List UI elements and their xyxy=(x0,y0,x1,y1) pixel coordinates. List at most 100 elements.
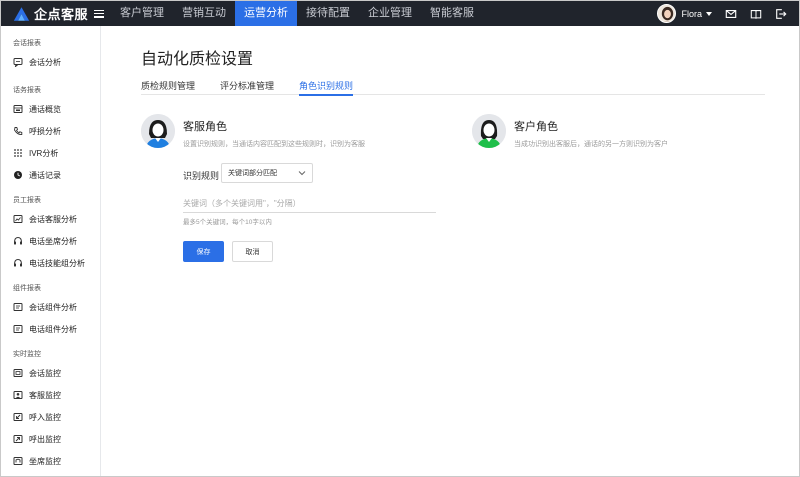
customer-icon xyxy=(472,114,506,148)
clock-icon xyxy=(14,171,22,179)
logo-icon xyxy=(13,6,30,21)
save-button[interactable]: 保存 xyxy=(183,241,224,262)
sidebar-item-2-2[interactable]: 电话技能组分析 xyxy=(1,252,100,274)
headset-icon xyxy=(14,236,22,245)
component-icon xyxy=(13,325,23,333)
sidebar-item-1-0[interactable]: 通话概览 xyxy=(1,98,100,120)
customer-role: 客户角色 当成功识别出客服后，通话的另一方则识别为客户 xyxy=(472,114,668,149)
sidebar-group-1: 话务报表通话概览呼损分析 IVR分析通话记录 xyxy=(1,84,100,186)
nav-item-5[interactable]: 智能客服 xyxy=(421,1,483,26)
sidebar-item-label: 通话记录 xyxy=(29,170,61,180)
top-right-tools: Flora xyxy=(657,1,799,26)
customer-role-title: 客户角色 xyxy=(514,121,558,133)
sidebar-item-3-1[interactable]: 电话组件分析 xyxy=(1,318,100,340)
overview-icon xyxy=(13,105,23,113)
sidebar-group-2: 员工报表会话客服分析 电话坐席分析 电话技能组分析 xyxy=(1,194,100,274)
sidebar-item-label: 会话分析 xyxy=(29,57,61,67)
top-bar: 企点客服 客户管理 营销互动 运营分析 接待配置 企业管理 智能客服 Flora xyxy=(1,1,799,26)
chevron-down-icon xyxy=(298,171,306,176)
user-avatar-icon xyxy=(658,5,676,22)
chevron-down-icon[interactable] xyxy=(706,11,712,16)
sidebar-item-4-1[interactable]: 客服监控 xyxy=(1,384,100,406)
sidebar-item-label: 电话坐席分析 xyxy=(29,236,77,246)
nav-item-0[interactable]: 客户管理 xyxy=(111,1,173,26)
keyword-hint: 最多5个关键词，每个10字以内 xyxy=(183,219,272,226)
sidebar-group-title: 员工报表 xyxy=(13,197,41,204)
nav-item-3[interactable]: 接待配置 xyxy=(297,1,359,26)
nav-item-4[interactable]: 企业管理 xyxy=(359,1,421,26)
brand-name: 企点客服 xyxy=(34,7,89,22)
book-icon[interactable] xyxy=(749,7,763,21)
user-name[interactable]: Flora xyxy=(681,9,702,19)
sidebar-item-4-3[interactable]: 呼出监控 xyxy=(1,428,100,450)
sidebar-item-label: 会话监控 xyxy=(29,368,61,378)
sidebar-item-label: IVR分析 xyxy=(29,148,59,158)
sidebar-item-label: 电话技能组分析 xyxy=(29,258,85,268)
sidebar-group-title: 话务报表 xyxy=(13,87,41,94)
sidebar-item-label: 呼出监控 xyxy=(29,434,61,444)
top-nav: 客户管理 营销互动 运营分析 接待配置 企业管理 智能客服 xyxy=(111,1,483,26)
customer-role-desc: 当成功识别出客服后，通话的另一方则识别为客户 xyxy=(514,141,668,148)
app-frame: 企点客服 客户管理营销互动运营分析接待配置企业管理智能客服 Flora xyxy=(0,0,800,477)
phone-icon xyxy=(14,127,23,135)
sidebar-item-label: 客服监控 xyxy=(29,390,61,400)
sidebar-item-label: 会话组件分析 xyxy=(29,302,77,312)
rule-select[interactable]: 关键词部分匹配 xyxy=(221,163,313,183)
call-in-icon xyxy=(13,413,23,421)
sidebar-group-title: 实时监控 xyxy=(13,351,41,358)
sidebar-item-2-1[interactable]: 电话坐席分析 xyxy=(1,230,100,252)
rule-select-value: 关键词部分匹配 xyxy=(228,170,277,177)
logout-icon[interactable] xyxy=(774,7,788,21)
sidebar-item-4-4[interactable]: 坐席监控 xyxy=(1,450,100,472)
monitor-icon xyxy=(13,369,23,377)
sidebar-item-1-3[interactable]: 通话记录 xyxy=(1,164,100,186)
sidebar-item-label: 电话组件分析 xyxy=(29,324,77,334)
sidebar-group-title: 会话报表 xyxy=(13,40,41,47)
menu-icon[interactable] xyxy=(94,9,105,18)
user-avatar[interactable] xyxy=(657,4,677,23)
brand[interactable]: 企点客服 xyxy=(1,1,105,26)
sidebar-item-label: 呼损分析 xyxy=(29,126,61,136)
customer-avatar xyxy=(472,114,506,148)
sidebar-item-4-0[interactable]: 会话监控 xyxy=(1,362,100,384)
agent-role: 客服角色 设置识别规则，当通话内容匹配到这些规则时，识别为客服 xyxy=(141,114,365,149)
chat-bubble-icon xyxy=(13,58,23,67)
sidebar-item-2-0[interactable]: 会话客服分析 xyxy=(1,208,100,230)
tab-0[interactable]: 质检规则管理 xyxy=(141,79,195,95)
component-icon xyxy=(13,303,23,311)
nav-item-1[interactable]: 营销互动 xyxy=(173,1,235,26)
tab-1[interactable]: 评分标准管理 xyxy=(220,79,274,95)
agent-monitor-icon xyxy=(13,391,23,399)
nav-item-2[interactable]: 运营分析 xyxy=(235,1,297,26)
sidebar-group-title: 组件报表 xyxy=(13,285,41,292)
sidebar-item-3-0[interactable]: 会话组件分析 xyxy=(1,296,100,318)
sidebar-group-4: 实时监控会话监控客服监控呼入监控呼出监控坐席监控 xyxy=(1,348,100,472)
sidebar-item-label: 呼入监控 xyxy=(29,412,61,422)
sidebar-item-0-0[interactable]: 会话分析 xyxy=(1,51,100,73)
tab-2[interactable]: 角色识别规则 xyxy=(299,79,354,96)
agent-icon xyxy=(141,114,175,148)
agent-chart-icon xyxy=(13,215,23,223)
agent-role-desc: 设置识别规则，当通话内容匹配到这些规则时，识别为客服 xyxy=(183,141,365,148)
tab-bar: 质检规则管理 评分标准管理 角色识别规则 xyxy=(141,79,765,96)
seat-monitor-icon xyxy=(13,457,23,465)
keyword-input[interactable] xyxy=(183,194,436,213)
sidebar: 会话报表会话分析话务报表通话概览呼损分析 IVR分析通话记录员工报表会话客服分析电… xyxy=(1,26,101,476)
sidebar-group-3: 组件报表会话组件分析 电话组件分析 xyxy=(1,282,100,340)
page-title: 自动化质检设置 xyxy=(141,51,254,68)
cancel-button[interactable]: 取消 xyxy=(232,241,273,262)
sidebar-item-label: 坐席监控 xyxy=(29,456,61,466)
sidebar-group-0: 会话报表会话分析 xyxy=(1,37,100,73)
sidebar-item-4-2[interactable]: 呼入监控 xyxy=(1,406,100,428)
main-content: 自动化质检设置 质检规则管理 评分标准管理 角色识别规则 客服角色 设置识别规则，当… xyxy=(102,26,799,476)
mail-icon[interactable] xyxy=(724,7,738,21)
agent-role-title: 客服角色 xyxy=(183,121,227,133)
sidebar-item-label: 会话客服分析 xyxy=(29,214,77,224)
sidebar-item-1-2[interactable]: IVR分析 xyxy=(1,142,100,164)
sidebar-item-label: 通话概览 xyxy=(29,104,61,114)
sidebar-item-1-1[interactable]: 呼损分析 xyxy=(1,120,100,142)
call-out-icon xyxy=(13,435,23,443)
rule-label: 识别规则 xyxy=(183,171,220,181)
headset-icon xyxy=(14,258,22,267)
ivr-icon xyxy=(14,149,22,157)
